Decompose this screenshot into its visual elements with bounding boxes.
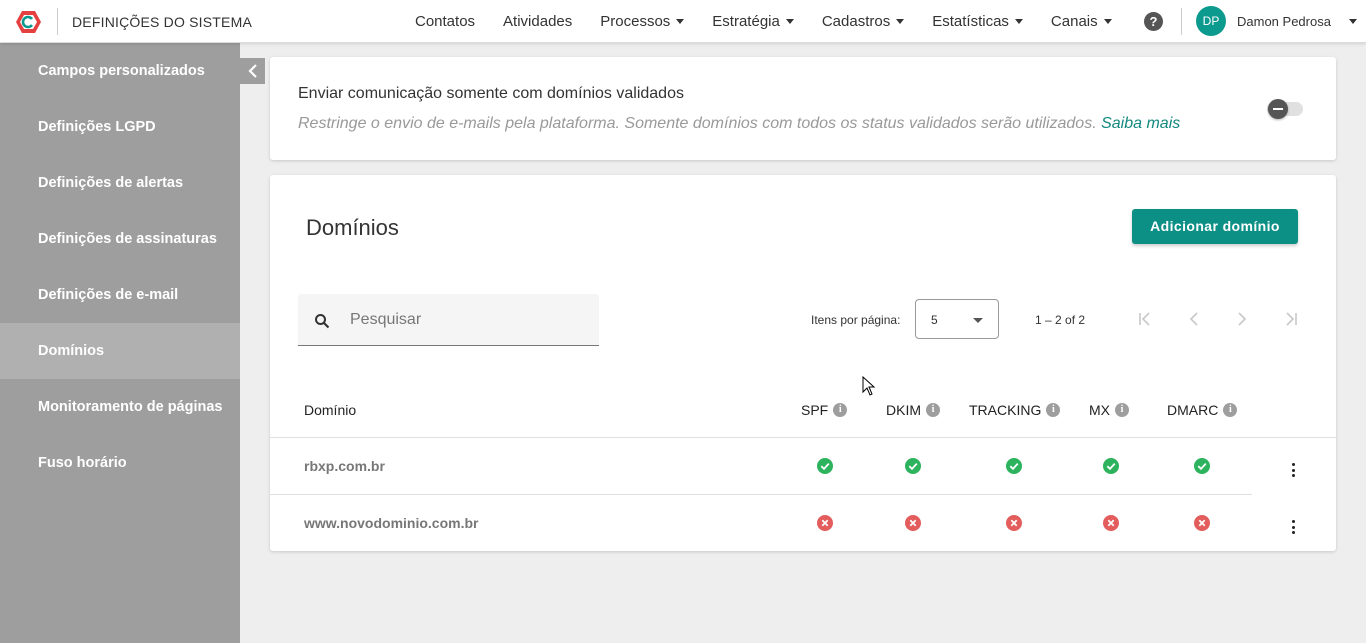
sidebar-item-fuso-horario[interactable]: Fuso horário — [0, 435, 240, 491]
first-page-button[interactable] — [1134, 308, 1158, 330]
add-domain-button[interactable]: Adicionar domínio — [1132, 209, 1298, 244]
mx-error-icon — [1103, 515, 1119, 531]
info-icon[interactable]: i — [1046, 403, 1061, 417]
search-field[interactable] — [298, 294, 599, 346]
sidebar-item-definicoes-email[interactable]: Definições de e-mail — [0, 267, 240, 323]
sidebar-item-definicoes-lgpd[interactable]: Definições LGPD — [0, 99, 240, 155]
caret-down-icon — [896, 19, 905, 24]
nav-processos[interactable]: Processos — [600, 13, 685, 30]
chevron-right-icon — [1238, 312, 1247, 326]
items-per-page-value: 5 — [931, 313, 938, 327]
top-bar: DEFINIÇÕES DO SISTEMA Contatos Atividade… — [0, 0, 1366, 43]
caret-down-icon — [785, 19, 794, 24]
help-icon[interactable]: ? — [1144, 12, 1163, 31]
next-page-button[interactable] — [1230, 308, 1254, 330]
items-per-page-label: Itens por página: — [811, 313, 901, 327]
table-divider — [270, 437, 1336, 438]
tracking-check-icon — [1006, 458, 1022, 474]
dkim-check-icon — [905, 458, 921, 474]
row-actions-menu-icon[interactable] — [1290, 463, 1296, 477]
chevron-left-icon — [247, 64, 257, 78]
chevron-left-icon — [1189, 312, 1198, 326]
nav-atividades[interactable]: Atividades — [503, 13, 572, 30]
previous-page-button[interactable] — [1182, 308, 1206, 330]
sidebar-item-monitoramento-paginas[interactable]: Monitoramento de páginas — [0, 379, 240, 435]
table-divider — [270, 494, 1252, 495]
toggle-knob[interactable] — [1268, 99, 1288, 119]
section-title: Domínios — [306, 215, 399, 240]
sidebar-item-definicoes-alertas[interactable]: Definições de alertas — [0, 155, 240, 211]
page-title: DEFINIÇÕES DO SISTEMA — [72, 14, 252, 30]
caret-down-icon — [973, 318, 983, 323]
collapse-sidebar-button[interactable] — [240, 58, 265, 84]
setting-description: Restringe o envio de e-mails pela plataf… — [298, 115, 1181, 132]
caret-down-icon — [1103, 19, 1112, 24]
column-header-dkim[interactable]: DKIM i — [886, 402, 940, 418]
domain-name: rbxp.com.br — [304, 458, 385, 474]
info-icon[interactable]: i — [1115, 403, 1129, 417]
user-name[interactable]: Damon Pedrosa — [1237, 14, 1331, 29]
caret-down-icon — [676, 19, 685, 24]
learn-more-link[interactable]: Saiba mais — [1101, 115, 1180, 132]
avatar[interactable]: DP — [1196, 6, 1226, 36]
app-logo[interactable] — [15, 10, 42, 34]
header-divider — [57, 8, 58, 35]
column-header-spf[interactable]: SPF i — [801, 402, 848, 418]
sidebar-item-campos-personalizados[interactable]: Campos personalizados — [0, 43, 240, 99]
mouse-cursor-icon — [862, 376, 876, 396]
validated-domains-card: Enviar comunicação somente com domínios … — [270, 57, 1336, 160]
domain-name: www.novodominio.com.br — [304, 515, 479, 531]
caret-down-icon — [1014, 19, 1023, 24]
nav-cadastros[interactable]: Cadastros — [822, 13, 905, 30]
column-header-domain[interactable]: Domínio — [304, 402, 356, 418]
nav-canais[interactable]: Canais — [1051, 13, 1112, 30]
spf-error-icon — [817, 515, 833, 531]
column-header-dmarc[interactable]: DMARC i — [1167, 402, 1238, 418]
info-icon[interactable]: i — [1223, 403, 1238, 417]
nav-estatisticas[interactable]: Estatísticas — [932, 13, 1023, 30]
domains-card: Domínios Adicionar domínio Itens por pág… — [270, 175, 1336, 551]
items-per-page-select[interactable]: 5 — [915, 299, 999, 339]
mx-check-icon — [1103, 458, 1119, 474]
search-icon — [315, 314, 330, 329]
nav-contatos[interactable]: Contatos — [415, 13, 475, 30]
first-page-icon — [1139, 312, 1150, 326]
row-actions-menu-icon[interactable] — [1290, 520, 1296, 534]
dkim-error-icon — [905, 515, 921, 531]
search-input[interactable] — [350, 294, 590, 345]
tracking-error-icon — [1006, 515, 1022, 531]
setting-title: Enviar comunicação somente com domínios … — [298, 85, 684, 102]
info-icon[interactable]: i — [926, 403, 940, 417]
header-divider — [1181, 8, 1182, 35]
sidebar-item-dominios[interactable]: Domínios — [0, 323, 240, 379]
nav-estrategia[interactable]: Estratégia — [712, 13, 794, 30]
column-header-mx[interactable]: MX i — [1089, 402, 1129, 418]
pagination-range: 1 – 2 of 2 — [1035, 313, 1086, 327]
column-header-tracking[interactable]: TRACKING i — [969, 402, 1061, 418]
main-nav: Contatos Atividades Processos Estratégia… — [415, 0, 1140, 43]
last-page-icon — [1286, 312, 1297, 326]
user-menu-caret-icon[interactable] — [1349, 19, 1357, 24]
dmarc-check-icon — [1194, 458, 1210, 474]
spf-check-icon — [817, 458, 833, 474]
sidebar: Campos personalizados Definições LGPD De… — [0, 43, 240, 643]
dmarc-error-icon — [1194, 515, 1210, 531]
sidebar-item-definicoes-assinaturas[interactable]: Definições de assinaturas — [0, 211, 240, 267]
info-icon[interactable]: i — [833, 403, 848, 417]
last-page-button[interactable] — [1278, 308, 1302, 330]
